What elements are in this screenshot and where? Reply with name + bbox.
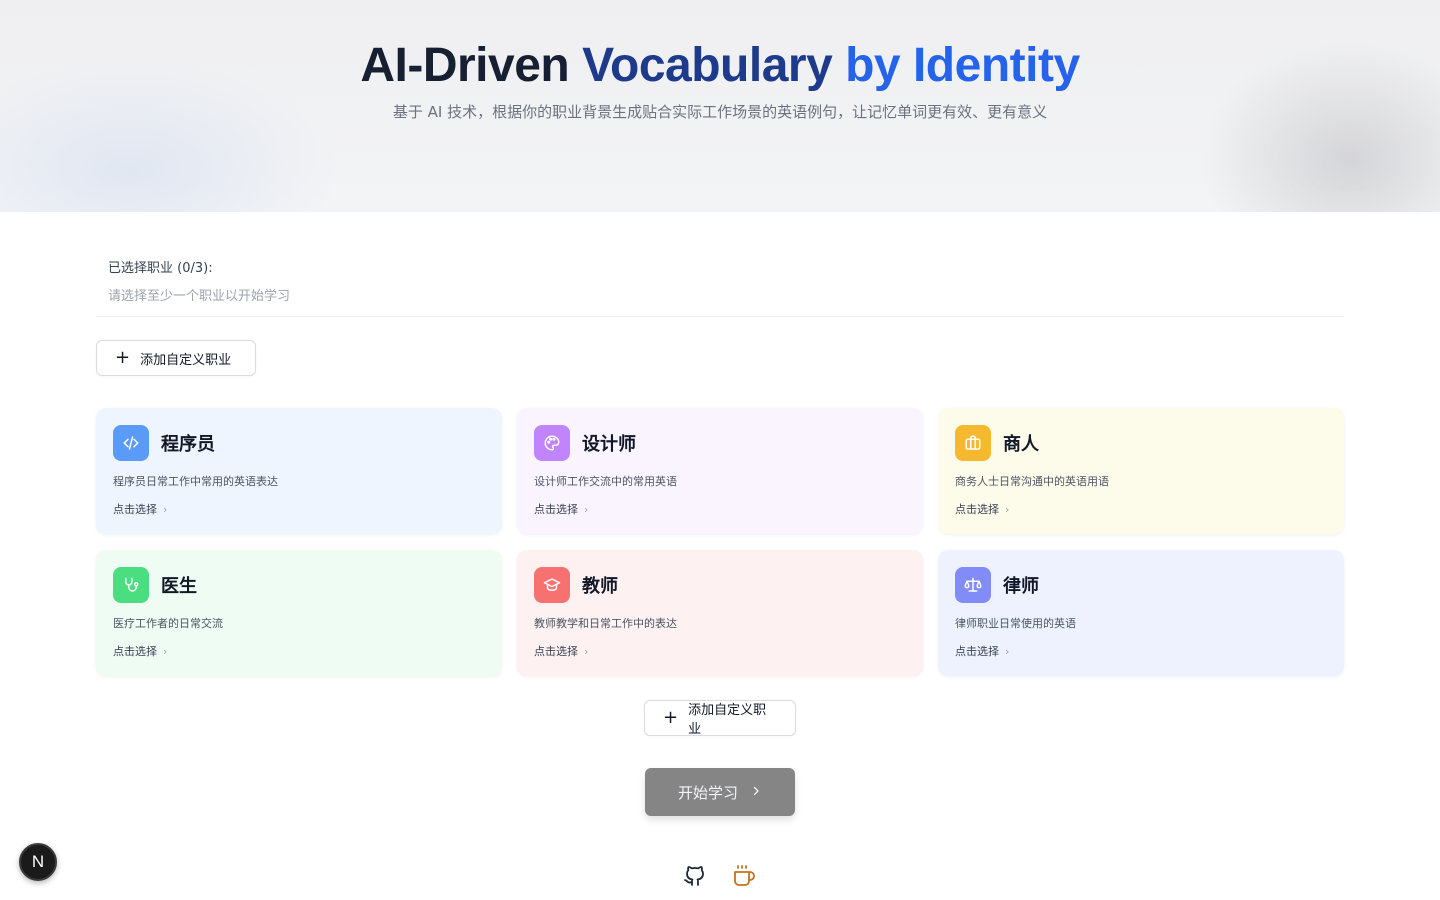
coffee-icon[interactable] (732, 864, 756, 888)
hero-banner: AI-Driven Vocabulary by Identity 基于 AI 技… (0, 0, 1440, 212)
stethoscope-icon (113, 567, 149, 603)
profession-desc: 律师职业日常使用的英语 (955, 617, 1076, 630)
add-custom-profession-button-bottom[interactable]: + 添加自定义职业 (644, 700, 796, 737)
title-part-1: AI-Driven (360, 39, 583, 92)
profession-card-designer[interactable]: 设计师 设计师工作交流中的常用英语 点击选择 › (517, 408, 923, 534)
selection-hint: 请选择至少一个职业以开始学习 (108, 289, 291, 304)
scale-icon (955, 567, 991, 603)
profession-desc: 商务人士日常沟通中的英语用语 (955, 475, 1109, 488)
start-learning-button[interactable]: 开始学习 (645, 768, 795, 816)
select-action[interactable]: 点击选择 › (534, 501, 588, 517)
chevron-right-icon: › (163, 644, 168, 658)
profession-desc: 设计师工作交流中的常用英语 (534, 475, 677, 488)
profession-card-doctor[interactable]: 医生 医疗工作者的日常交流 点击选择 › (96, 550, 502, 676)
chevron-right-icon: › (584, 502, 589, 516)
profession-name: 律师 (1003, 576, 1039, 597)
profession-card-teacher[interactable]: 教师 教师教学和日常工作中的表达 点击选择 › (517, 550, 923, 676)
add-custom-profession-button[interactable]: + 添加自定义职业 (96, 340, 256, 376)
profession-desc: 教师教学和日常工作中的表达 (534, 617, 677, 630)
chevron-right-icon (750, 783, 762, 801)
page-title: AI-Driven Vocabulary by Identity (0, 38, 1440, 93)
profession-name: 教师 (582, 576, 618, 597)
profession-card-programmer[interactable]: 程序员 程序员日常工作中常用的英语表达 点击选择 › (96, 408, 502, 534)
start-learning-label: 开始学习 (677, 783, 738, 802)
add-custom-label: 添加自定义职业 (688, 703, 767, 737)
graduation-cap-icon (534, 567, 570, 603)
profession-name: 医生 (161, 576, 197, 597)
select-action[interactable]: 点击选择 › (113, 501, 167, 517)
select-action[interactable]: 点击选择 › (955, 643, 1009, 659)
chevron-right-icon: › (1005, 502, 1010, 516)
palette-icon (534, 425, 570, 461)
next-logo-letter: N (31, 852, 45, 871)
profession-name: 程序员 (161, 434, 215, 455)
select-action-label: 点击选择 (113, 503, 157, 516)
add-custom-label: 添加自定义职业 (140, 352, 232, 368)
title-part-3: by Identity (845, 39, 1080, 92)
select-action[interactable]: 点击选择 › (534, 643, 588, 659)
profession-name: 设计师 (582, 434, 636, 455)
profession-card-lawyer[interactable]: 律师 律师职业日常使用的英语 点击选择 › (938, 550, 1344, 676)
plus-icon: + (663, 707, 679, 728)
chevron-right-icon: › (584, 644, 589, 658)
chevron-right-icon: › (163, 502, 168, 516)
profession-desc: 程序员日常工作中常用的英语表达 (113, 475, 278, 488)
select-action-label: 点击选择 (534, 503, 578, 516)
select-action-label: 点击选择 (955, 645, 999, 658)
select-action[interactable]: 点击选择 › (113, 643, 167, 659)
code-icon (113, 425, 149, 461)
chevron-right-icon: › (1005, 644, 1010, 658)
profession-card-businessman[interactable]: 商人 商务人士日常沟通中的英语用语 点击选择 › (938, 408, 1344, 534)
selected-count-label: 已选择职业 (0/3): (108, 261, 213, 276)
plus-icon: + (115, 347, 131, 368)
divider (96, 316, 1344, 317)
briefcase-icon (955, 425, 991, 461)
profession-name: 商人 (1003, 434, 1039, 455)
nextjs-dev-badge[interactable]: N (19, 843, 57, 881)
github-icon[interactable] (683, 864, 707, 888)
select-action-label: 点击选择 (113, 645, 157, 658)
profession-desc: 医疗工作者的日常交流 (113, 617, 223, 630)
select-action-label: 点击选择 (955, 503, 999, 516)
select-action-label: 点击选择 (534, 645, 578, 658)
page-subtitle: 基于 AI 技术，根据你的职业背景生成贴合实际工作场景的英语例句，让记忆单词更有… (392, 103, 1048, 121)
title-part-2: Vocabulary (582, 39, 846, 92)
select-action[interactable]: 点击选择 › (955, 501, 1009, 517)
